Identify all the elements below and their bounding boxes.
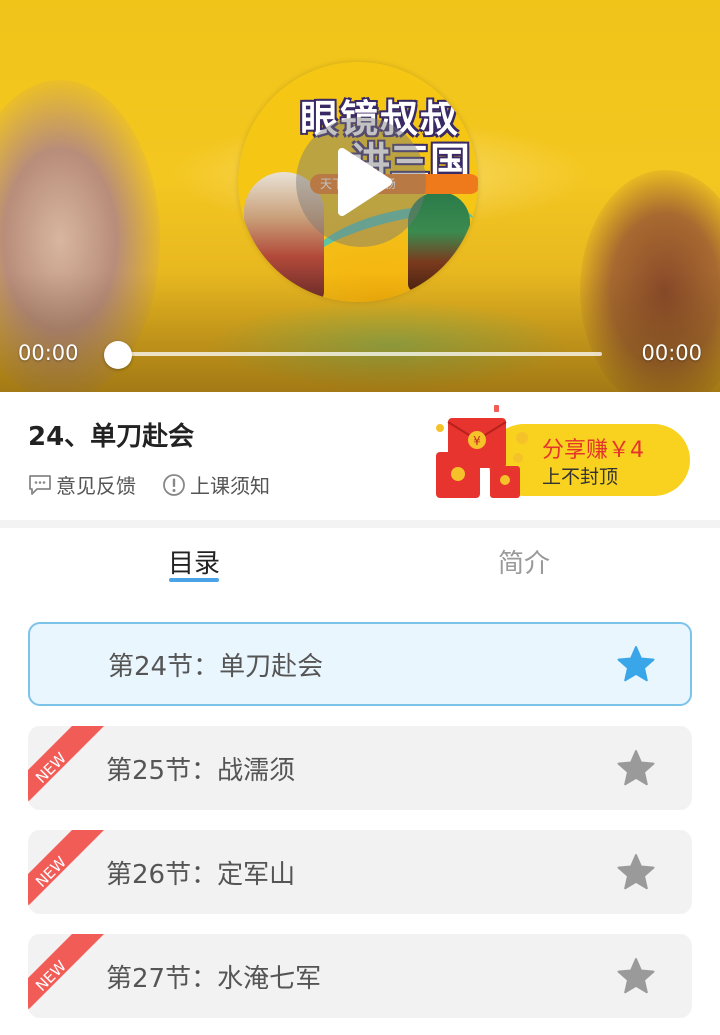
- red-envelope-icon: ¥: [436, 405, 528, 498]
- player-shade: [0, 272, 720, 392]
- share-sub-label: 上不封顶: [542, 466, 619, 488]
- total-time: 00:00: [641, 341, 702, 365]
- star-icon[interactable]: [616, 644, 656, 684]
- chapter-label: 第27节：水淹七军: [106, 964, 322, 994]
- progress-thumb[interactable]: [104, 341, 132, 369]
- chapter-item[interactable]: NEW 第26节：定军山: [28, 830, 692, 914]
- new-badge: NEW: [28, 934, 104, 1010]
- section-divider: [0, 520, 720, 528]
- play-button[interactable]: [296, 117, 426, 247]
- lesson-title: 24、单刀赴会: [28, 422, 195, 452]
- chapter-item[interactable]: NEW 第27节：水淹七军: [28, 934, 692, 1018]
- chapter-item[interactable]: NEW 第25节：战濡须: [28, 726, 692, 810]
- share-earn-button[interactable]: ¥ 分享赚￥4 上不封顶: [432, 400, 692, 504]
- feedback-link[interactable]: 意见反馈: [28, 470, 136, 499]
- star-icon[interactable]: [616, 852, 656, 892]
- chapter-label: 第26节：定军山: [106, 860, 296, 890]
- current-time: 00:00: [18, 341, 79, 365]
- new-badge: NEW: [28, 830, 104, 906]
- exclamation-circle-icon: [162, 473, 186, 497]
- feedback-label: 意见反馈: [56, 474, 136, 498]
- active-tab-indicator: [169, 578, 219, 582]
- chat-bubble-icon: [28, 474, 52, 496]
- video-player[interactable]: 眼镜叔叔 讲三国 天下 荡气回肠 00:00 00:00: [0, 0, 720, 392]
- play-icon: [338, 148, 392, 216]
- notice-link[interactable]: 上课须知: [162, 470, 270, 499]
- tab-catalog[interactable]: 目录: [168, 543, 220, 580]
- new-badge: NEW: [28, 726, 104, 802]
- chapter-label: 第25节：战濡须: [106, 756, 296, 786]
- chapter-item[interactable]: 第24节：单刀赴会: [28, 622, 692, 706]
- tab-intro[interactable]: 简介: [498, 543, 550, 580]
- progress-track[interactable]: [118, 352, 602, 356]
- share-main-label: 分享赚￥4: [542, 438, 644, 463]
- star-icon[interactable]: [616, 748, 656, 788]
- svg-text:¥: ¥: [473, 434, 481, 448]
- star-icon[interactable]: [616, 956, 656, 996]
- notice-label: 上课须知: [190, 474, 270, 498]
- chapter-label: 第24节：单刀赴会: [108, 652, 324, 682]
